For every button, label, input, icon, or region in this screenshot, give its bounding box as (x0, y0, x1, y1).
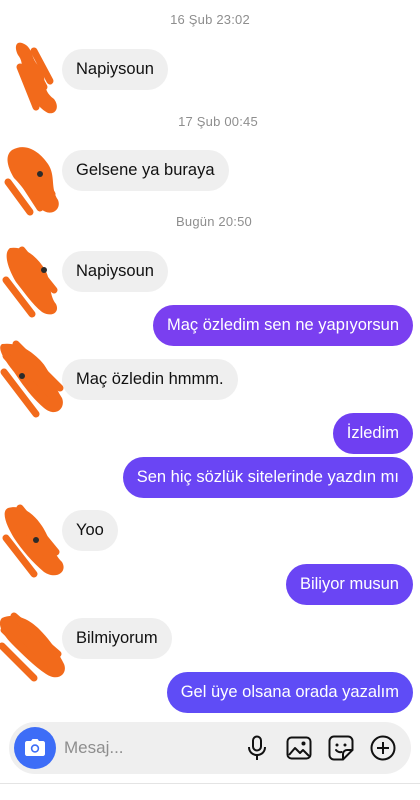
message-input[interactable] (64, 722, 234, 774)
sticker-button[interactable] (327, 734, 355, 762)
incoming-message[interactable]: Maç özledin hmmm. (62, 359, 238, 400)
avatar[interactable] (0, 37, 66, 114)
avatar[interactable] (0, 240, 66, 318)
outgoing-message[interactable]: Biliyor musun (285, 564, 413, 605)
microphone-icon (248, 735, 266, 760)
outgoing-message[interactable]: Sen hiç sözlük sitelerinde yazdın mı (122, 457, 413, 498)
incoming-message[interactable]: Bilmiyorum (62, 618, 172, 659)
outgoing-message[interactable]: İzledim (332, 413, 413, 454)
redacted-avatar-scribble (15, 42, 57, 114)
timestamp: 16 Şub 23:02 (170, 12, 250, 27)
incoming-message[interactable]: Napiysoun (62, 49, 168, 90)
camera-icon (25, 739, 45, 756)
avatar[interactable] (0, 608, 66, 682)
message-composer (9, 722, 411, 774)
gallery-button[interactable] (285, 734, 313, 762)
outgoing-message[interactable]: Gel üye olsana orada yazalım (166, 672, 413, 713)
timestamp: 17 Şub 00:45 (178, 114, 258, 129)
redacted-avatar-scribble (0, 612, 65, 682)
incoming-message[interactable]: Napiysoun (62, 251, 168, 292)
avatar[interactable] (0, 500, 66, 578)
gallery-icon (286, 736, 312, 760)
sticker-icon (328, 735, 354, 761)
avatar[interactable] (0, 138, 66, 216)
incoming-message[interactable]: Gelsene ya buraya (62, 150, 229, 191)
redacted-avatar-scribble (0, 340, 64, 418)
camera-button[interactable] (14, 727, 56, 769)
add-icon (370, 735, 396, 761)
redacted-avatar-scribble (2, 504, 64, 578)
timestamp: Bugün 20:50 (176, 214, 252, 229)
divider (0, 783, 420, 784)
redacted-avatar-scribble (2, 246, 58, 318)
add-button[interactable] (369, 734, 397, 762)
microphone-button[interactable] (243, 734, 271, 762)
message-thread: 16 Şub 23:02 Napiysoun 17 Şub 00:45 Gels… (0, 0, 420, 720)
redacted-avatar-scribble (4, 147, 59, 216)
outgoing-message[interactable]: Maç özledim sen ne yapıyorsun (152, 305, 413, 346)
avatar[interactable] (0, 338, 66, 418)
incoming-message[interactable]: Yoo (62, 510, 118, 551)
